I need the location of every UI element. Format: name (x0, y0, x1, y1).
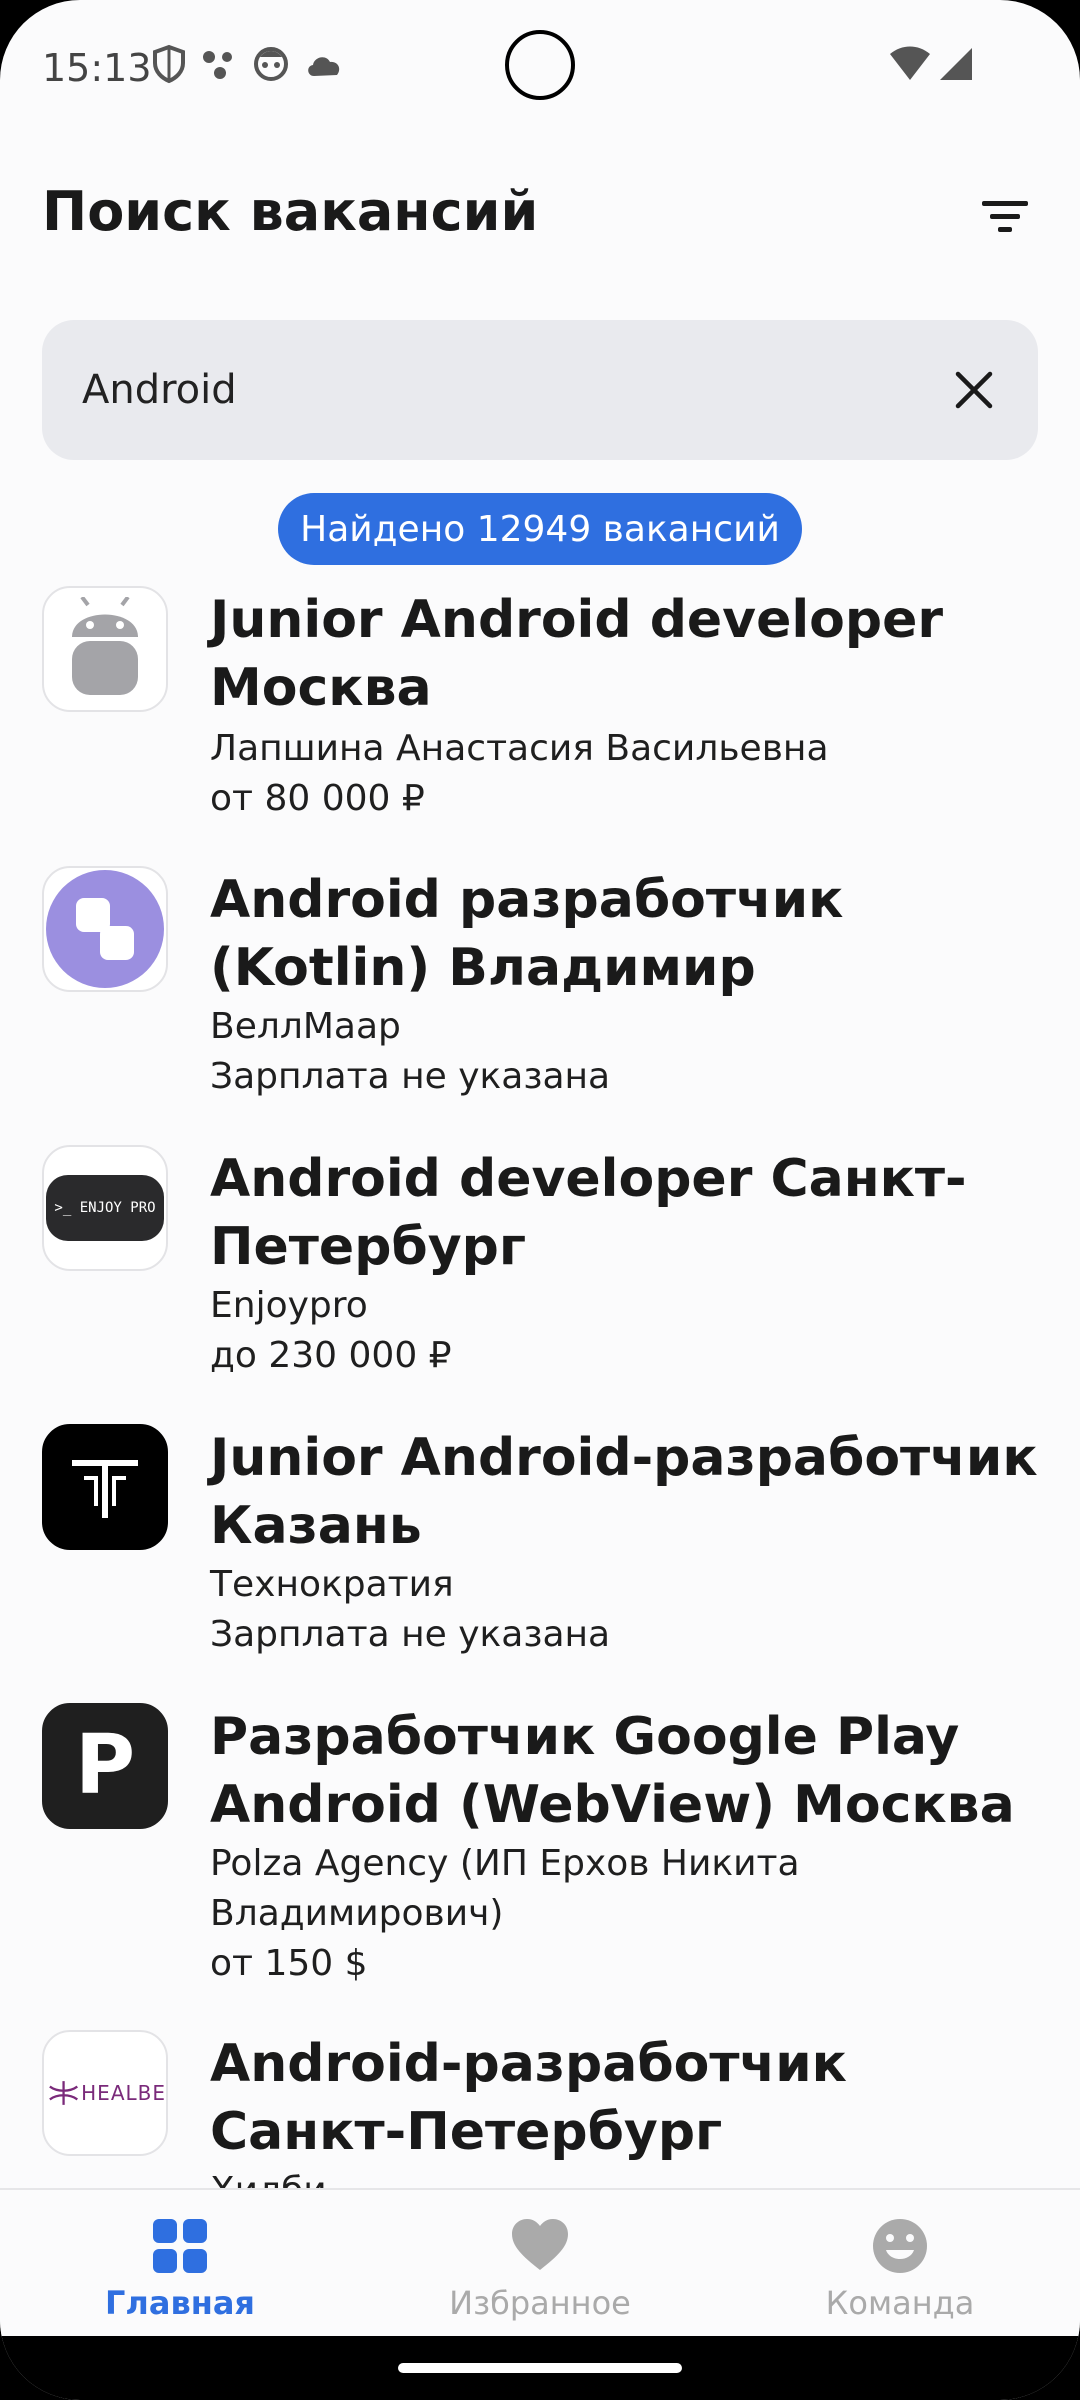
results-count-badge: Найдено 12949 вакансий (278, 493, 802, 565)
filter-button[interactable] (978, 190, 1032, 244)
smiley-icon (873, 2219, 927, 2273)
page-title: Поиск вакансий (42, 180, 539, 243)
polza-logo: P (42, 1703, 168, 1829)
polza-logo-text: P (74, 1718, 136, 1813)
face-icon (252, 45, 290, 87)
vacancy-company: Лапшина Анастасия Васильевна (210, 728, 829, 769)
vacancy-salary: Зарплата не указана (210, 1056, 611, 1097)
nav-label: Команда (825, 2284, 975, 2322)
status-bar: 15:13 (0, 0, 1080, 130)
nav-item-favorites[interactable]: Избранное (360, 2190, 720, 2338)
healbe-mark-icon (49, 2081, 78, 2105)
vacancy-title: Android developer Санкт-Петербург (210, 1149, 967, 1277)
enjoypro-logo: >_ ENJOY PRO (42, 1145, 168, 1271)
nav-item-home[interactable]: Главная (0, 2190, 360, 2338)
healbe-logo: HEALBE (42, 2030, 168, 2156)
shield-icon (152, 44, 186, 88)
vacancy-salary: от 80 000 ₽ (210, 778, 425, 819)
status-notification-icons (152, 44, 344, 88)
heart-icon (512, 2219, 568, 2270)
filter-icon (982, 201, 1028, 232)
vacancy-company: Polza Agency (ИП Ерхов Никита Владимиров… (210, 1843, 800, 1934)
enjoypro-logo-text: >_ ENJOY PRO (54, 1200, 156, 1216)
vacancy-title: Android-разработчик Санкт-Петербург (210, 2034, 847, 2162)
vacancy-company: Enjoypro (210, 1285, 368, 1326)
app-screen: 15:13 Поиск вакансий Android Найдено 129… (0, 0, 1080, 2400)
vacancy-salary: Зарплата не указана (210, 1614, 611, 1655)
signal-icon (938, 46, 974, 86)
close-icon (955, 371, 993, 409)
camera-cutout (505, 30, 575, 100)
wellmaar-logo (42, 866, 168, 992)
vacancy-salary: от 150 $ (210, 1943, 368, 1984)
vacancy-title: Junior Android-разработчик Казань (210, 1428, 1038, 1556)
dots-icon (200, 45, 238, 87)
grid-icon (153, 2219, 207, 2273)
bottom-navigation: Главная Избранное Команда (0, 2188, 1080, 2336)
vacancy-title: Android разработчик (Kotlin) Владимир (210, 870, 844, 998)
vacancy-company: ВеллМаар (210, 1006, 401, 1047)
status-system-icons (888, 46, 974, 86)
vacancy-title: Junior Android developer Москва (210, 590, 944, 718)
technokratia-logo (42, 1424, 168, 1550)
wifi-icon (888, 46, 932, 86)
healbe-logo-text: HEALBE (81, 2081, 166, 2105)
nav-item-team[interactable]: Команда (720, 2190, 1080, 2338)
vacancy-title: Разработчик Google Play Android (WebView… (210, 1707, 1015, 1835)
search-box (42, 320, 1038, 460)
home-indicator[interactable] (398, 2363, 682, 2373)
vacancy-salary: до 230 000 ₽ (210, 1335, 452, 1376)
clear-search-button[interactable] (946, 362, 1002, 418)
android-robot-icon (42, 586, 168, 712)
nav-label: Главная (105, 2284, 255, 2322)
cloud-icon (304, 49, 344, 83)
vacancy-company: Технократия (210, 1564, 454, 1605)
nav-label: Избранное (449, 2284, 631, 2322)
status-time: 15:13 (42, 46, 152, 90)
search-input[interactable] (82, 320, 902, 460)
